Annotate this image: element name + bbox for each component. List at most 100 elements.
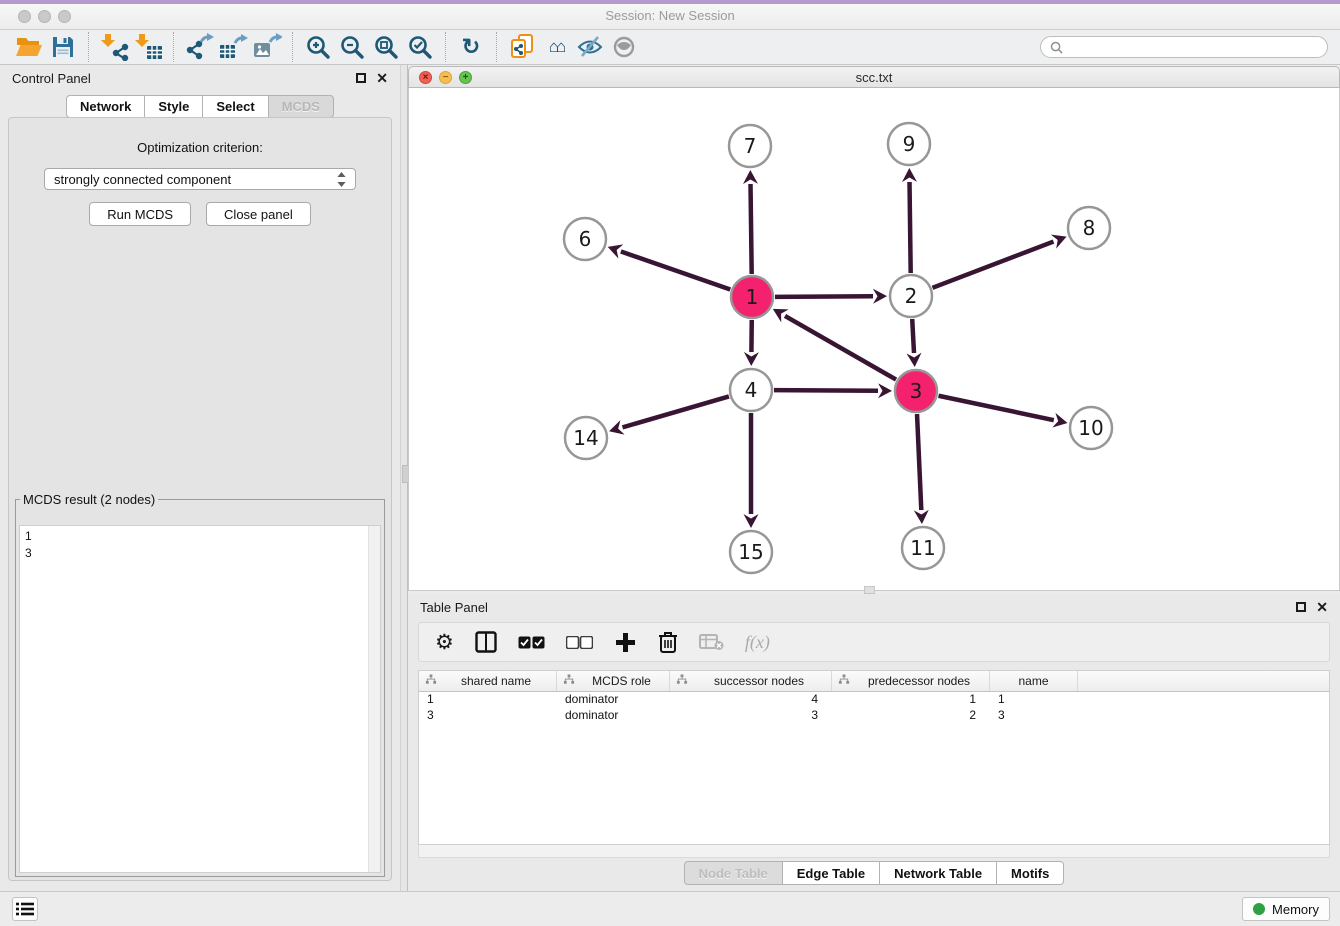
tab-network-table[interactable]: Network Table	[880, 861, 997, 885]
save-session-icon[interactable]	[46, 32, 80, 62]
column-header-MCDS-role[interactable]: MCDS role	[557, 671, 670, 691]
network-splitter-grip[interactable]	[864, 586, 875, 594]
result-line: 1	[25, 528, 375, 545]
tab-mcds[interactable]: MCDS	[269, 95, 334, 118]
table-header-row: shared nameMCDS rolesuccessor nodesprede…	[419, 671, 1329, 692]
export-image-icon[interactable]	[250, 32, 284, 62]
eye-icon[interactable]	[607, 32, 641, 62]
graph-node-14[interactable]: 14	[565, 417, 607, 459]
float-panel-icon[interactable]	[356, 73, 366, 83]
graph-node-10[interactable]: 10	[1070, 407, 1112, 449]
select-all-icon[interactable]	[518, 636, 545, 649]
tab-network[interactable]: Network	[66, 95, 145, 118]
close-panel-button[interactable]: Close panel	[206, 202, 311, 226]
graph-edge-4-14[interactable]	[622, 396, 728, 427]
memory-button[interactable]: Memory	[1242, 897, 1330, 921]
main-toolbar: ↻ ⌂⌂	[0, 30, 1340, 65]
open-file-icon[interactable]	[12, 32, 46, 62]
list-icon	[16, 902, 34, 916]
panel-splitter[interactable]	[400, 65, 408, 891]
zoom-selected-icon[interactable]	[403, 32, 437, 62]
table-row[interactable]: 3dominator323	[419, 708, 1329, 724]
attribute-icon	[425, 674, 437, 689]
toolbar-separator	[445, 32, 446, 62]
table-cell[interactable]: 4	[670, 692, 832, 708]
graph-edge-1-2[interactable]	[775, 296, 873, 297]
tab-style[interactable]: Style	[145, 95, 203, 118]
graph-edge-1-7[interactable]	[751, 184, 752, 274]
home-icon[interactable]: ⌂⌂	[539, 32, 573, 62]
show-columns-icon[interactable]	[475, 631, 497, 653]
table-cell[interactable]: dominator	[557, 692, 670, 708]
table-cell[interactable]: 1	[990, 692, 1078, 708]
column-header-successor-nodes[interactable]: successor nodes	[670, 671, 832, 691]
result-scrollbar[interactable]	[368, 526, 380, 872]
copy-network-icon[interactable]	[505, 32, 539, 62]
tab-motifs[interactable]: Motifs	[997, 861, 1064, 885]
graph-edge-2-8[interactable]	[932, 242, 1053, 288]
graph-edge-2-3[interactable]	[912, 319, 914, 353]
import-network-icon[interactable]	[97, 32, 131, 62]
table-settings-icon[interactable]: ⚙	[435, 632, 454, 653]
graph-node-6[interactable]: 6	[564, 218, 606, 260]
network-canvas[interactable]: 7 9 6 8 1 2 4 3 14 10 15 11	[408, 88, 1340, 591]
zoom-fit-icon[interactable]	[369, 32, 403, 62]
import-table-icon[interactable]	[131, 32, 165, 62]
search-input[interactable]	[1069, 39, 1318, 55]
table-panel-title: Table Panel	[420, 600, 488, 615]
column-header-name[interactable]: name	[990, 671, 1078, 691]
task-history-button[interactable]	[12, 897, 38, 921]
table-cell[interactable]: 3	[990, 708, 1078, 724]
run-mcds-button[interactable]: Run MCDS	[89, 202, 191, 226]
graph-edge-3-1[interactable]	[785, 316, 896, 380]
graph-node-4[interactable]: 4	[730, 369, 772, 411]
graph-node-9[interactable]: 9	[888, 123, 930, 165]
svg-text:4: 4	[745, 378, 758, 402]
table-cell[interactable]: 2	[832, 708, 990, 724]
optimization-criterion-select[interactable]: strongly connected component	[44, 168, 356, 190]
column-header-shared-name[interactable]: shared name	[419, 671, 557, 691]
add-column-icon[interactable]	[614, 631, 637, 654]
graph-edge-3-11[interactable]	[917, 414, 921, 510]
graph-node-15[interactable]: 15	[730, 531, 772, 573]
toolbar-separator	[292, 32, 293, 62]
export-table-icon[interactable]	[216, 32, 250, 62]
graph-node-11[interactable]: 11	[902, 527, 944, 569]
close-table-panel-icon[interactable]: ✕	[1316, 600, 1328, 614]
graph-node-2[interactable]: 2	[890, 275, 932, 317]
export-network-icon[interactable]	[182, 32, 216, 62]
graph-edge-2-9[interactable]	[910, 182, 911, 273]
column-header-predecessor-nodes[interactable]: predecessor nodes	[832, 671, 990, 691]
table-cell[interactable]: 1	[419, 692, 557, 708]
table-cell[interactable]: 1	[832, 692, 990, 708]
float-table-panel-icon[interactable]	[1296, 602, 1306, 612]
network-window-titlebar[interactable]: × − + scc.txt	[408, 66, 1340, 88]
graph-node-3[interactable]: 3	[895, 370, 937, 412]
graph-edge-1-6[interactable]	[621, 251, 730, 289]
close-panel-icon[interactable]: ✕	[376, 71, 388, 85]
graph-node-1[interactable]: 1	[731, 276, 773, 318]
deselect-all-icon[interactable]	[566, 636, 593, 649]
graph-node-7[interactable]: 7	[729, 125, 771, 167]
graph-edge-4-3[interactable]	[774, 390, 878, 391]
zoom-in-icon[interactable]	[301, 32, 335, 62]
optimization-criterion-label: Optimization criterion:	[9, 140, 391, 155]
graph-node-8[interactable]: 8	[1068, 207, 1110, 249]
hide-graphics-icon[interactable]	[573, 32, 607, 62]
search-box[interactable]	[1040, 36, 1328, 58]
mcds-result-area[interactable]: 13	[19, 525, 381, 873]
tab-edge-table[interactable]: Edge Table	[783, 861, 880, 885]
delete-column-icon[interactable]	[658, 630, 678, 654]
graph-edge-3-10[interactable]	[939, 396, 1054, 420]
zoom-out-icon[interactable]	[335, 32, 369, 62]
table-row[interactable]: 1dominator411	[419, 692, 1329, 708]
table-cell[interactable]: 3	[419, 708, 557, 724]
tab-node-table[interactable]: Node Table	[684, 861, 783, 885]
control-panel-title: Control Panel	[12, 71, 91, 86]
result-line: 3	[25, 545, 375, 562]
table-horizontal-scrollbar[interactable]	[418, 845, 1330, 858]
table-cell[interactable]: dominator	[557, 708, 670, 724]
tab-select[interactable]: Select	[203, 95, 268, 118]
table-cell[interactable]: 3	[670, 708, 832, 724]
refresh-icon[interactable]: ↻	[454, 32, 488, 62]
